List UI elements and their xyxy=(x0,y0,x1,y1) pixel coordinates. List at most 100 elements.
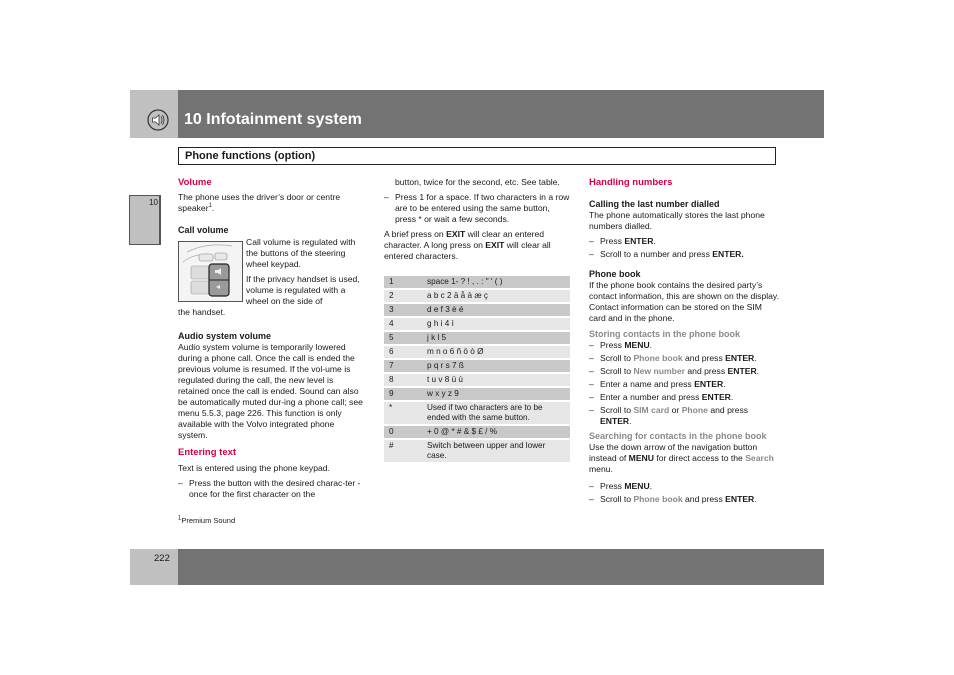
step-text: Press xyxy=(600,236,625,246)
keytable-key: # xyxy=(384,438,422,462)
keytable-row: 8t u v 8 ü ù xyxy=(384,372,570,387)
storing-step-2: Scroll to Phone book and press ENTER. xyxy=(589,353,779,364)
column-3: Handling numbers Calling the last number… xyxy=(589,177,779,505)
keytable-chars: space 1- ? ! , . : " ' ( ) xyxy=(422,274,570,289)
speaker-icon xyxy=(147,109,169,131)
column-2: button, twice for the second, etc. See t… xyxy=(384,177,572,262)
step-text: and press xyxy=(682,494,726,504)
menu-term-new-number: New number xyxy=(633,366,686,376)
entering-text-intro: Text is entered using the phone keypad. xyxy=(178,463,330,473)
keytable-chars: + 0 @ * # & $ £ / % xyxy=(422,424,570,439)
keypad-character-table: 1 space 1- ? ! , . : " ' ( ) 2 a b c 2 ä å … xyxy=(384,274,570,462)
volume-heading: Volume xyxy=(178,177,212,188)
enter-key-label: ENTER xyxy=(694,379,724,389)
keytable-chars: j k l 5 xyxy=(422,330,570,345)
exit-text: A brief press on EXIT will clear an ente… xyxy=(384,229,572,262)
storing-step-3: Scroll to New number and press ENTER. xyxy=(589,366,779,377)
step-text: and press xyxy=(682,353,726,363)
privacy-handset-text-end: the handset. xyxy=(178,307,226,317)
privacy-handset-text: If the privacy handset is used, volume i… xyxy=(246,274,360,306)
footnote-text: Premium Sound xyxy=(181,516,236,525)
chapter-side-tab: 10 xyxy=(129,195,161,245)
enter-key-label: ENTER xyxy=(727,366,757,376)
keytable-chars: a b c 2 ä å à æ ç xyxy=(422,288,570,303)
last-step-2: Scroll to a number and press ENTER. xyxy=(589,249,779,260)
enter-key-label: ENTER xyxy=(701,392,731,402)
phone-book-heading: Phone book xyxy=(589,269,641,279)
exit-text-1: A brief press on xyxy=(384,229,447,239)
menu-term-sim-card: SIM card xyxy=(633,405,670,415)
searching-step-1: Press MENU. xyxy=(589,481,779,492)
entering-step-1-cont: button, twice for the second, etc. See t… xyxy=(395,177,560,187)
footnote-ref: 1 xyxy=(208,203,212,210)
enter-key-label: ENTER xyxy=(712,249,742,259)
keytable-chars: g h i 4 ì xyxy=(422,316,570,331)
step-text: Scroll to xyxy=(600,353,634,363)
keytable-row: * Used if two characters are to be ended … xyxy=(384,400,570,425)
step-text: menu. xyxy=(589,464,613,474)
keytable-chars: m n o 6 ñ ö ò Ø xyxy=(422,344,570,359)
audio-volume-heading: Audio system volume xyxy=(178,331,272,341)
menu-term-phone: Phone xyxy=(681,405,708,415)
searching-step-2: Scroll to Phone book and press ENTER. xyxy=(589,494,779,505)
call-volume-text: Call volume is regulated with the button… xyxy=(246,237,356,269)
menu-term-phone-book: Phone book xyxy=(633,494,683,504)
keytable-key: 0 xyxy=(384,424,422,439)
footnote: 1Premium Sound xyxy=(178,516,236,526)
menu-term-search: Search xyxy=(745,453,774,463)
enter-key-label: ENTER xyxy=(725,353,755,363)
entering-text-heading: Entering text xyxy=(178,447,237,458)
keytable-row: 6m n o 6 ñ ö ò Ø xyxy=(384,344,570,359)
handling-numbers-heading: Handling numbers xyxy=(589,177,673,188)
enter-key-label: ENTER xyxy=(600,416,630,426)
storing-contacts-heading: Storing contacts in the phone book xyxy=(589,329,741,339)
chapter-title: 10 Infotainment system xyxy=(184,111,362,128)
entering-step-2: Press 1 for a space. If two characters i… xyxy=(384,192,572,225)
enter-key-label: ENTER xyxy=(725,494,755,504)
keytable-row: 2a b c 2 ä å à æ ç xyxy=(384,288,570,303)
section-title-box: Phone functions (option) xyxy=(178,147,776,165)
volume-text: The phone uses the driver’s door or cent… xyxy=(178,192,341,213)
menu-key-label: MENU xyxy=(624,340,650,350)
last-number-text: The phone automatically stores the last … xyxy=(589,210,765,231)
volume-text-body: The phone uses the driver’s door or cent… xyxy=(178,192,341,213)
keytable-chars: d e f 3 è é xyxy=(422,302,570,317)
keytable-row: # Switch between upper and lower case. xyxy=(384,438,570,462)
step-text: Scroll to xyxy=(600,366,634,376)
keytable-row: 3d e f 3 è é xyxy=(384,302,570,317)
keytable-key: * xyxy=(384,400,422,425)
keytable-chars: w x y z 9 xyxy=(422,386,570,401)
keytable-chars: Switch between upper and lower case. xyxy=(422,438,570,462)
menu-key-label: MENU xyxy=(628,453,654,463)
last-step-1: Press ENTER. xyxy=(589,236,779,247)
step-text: Enter a number and press xyxy=(600,392,702,402)
phone-book-text: If the phone book contains the desired p… xyxy=(589,280,779,323)
keytable-key: 6 xyxy=(384,344,422,359)
exit-key-label: EXIT xyxy=(446,229,466,239)
searching-contacts-heading: Searching for contacts in the phone book xyxy=(589,431,767,441)
step-text: or xyxy=(669,405,682,415)
keytable-chars: t u v 8 ü ù xyxy=(422,372,570,387)
call-volume-heading: Call volume xyxy=(178,225,229,235)
keytable-row: 9w x y z 9 xyxy=(384,386,570,401)
column-1: Volume The phone uses the driver’s door … xyxy=(178,177,366,500)
keytable-key: 3 xyxy=(384,302,422,317)
last-number-heading: Calling the last number dialled xyxy=(589,199,720,209)
step-text: for direct access to the xyxy=(653,453,746,463)
step-text: Scroll to a number and press xyxy=(600,249,713,259)
keytable-chars: p q r s 7 ß xyxy=(422,358,570,373)
keytable-row: 0 + 0 @ * # & $ £ / % xyxy=(384,424,570,439)
section-title: Phone functions (option) xyxy=(185,150,316,162)
keytable-row: 1 space 1- ? ! , . : " ' ( ) xyxy=(384,274,570,289)
menu-term-phone-book: Phone book xyxy=(633,353,683,363)
keytable-row: 5j k l 5 xyxy=(384,330,570,345)
step-text: Scroll to xyxy=(600,494,634,504)
keytable-key: 1 xyxy=(384,274,422,289)
step-text: Scroll to xyxy=(600,405,634,415)
keytable-key: 5 xyxy=(384,330,422,345)
step-text: Press xyxy=(600,481,625,491)
keytable-key: 4 xyxy=(384,316,422,331)
audio-volume-text: Audio system volume is temporarily lower… xyxy=(178,342,363,440)
keytable-row: 4g h i 4 ì xyxy=(384,316,570,331)
enter-key-label: ENTER xyxy=(624,236,654,246)
